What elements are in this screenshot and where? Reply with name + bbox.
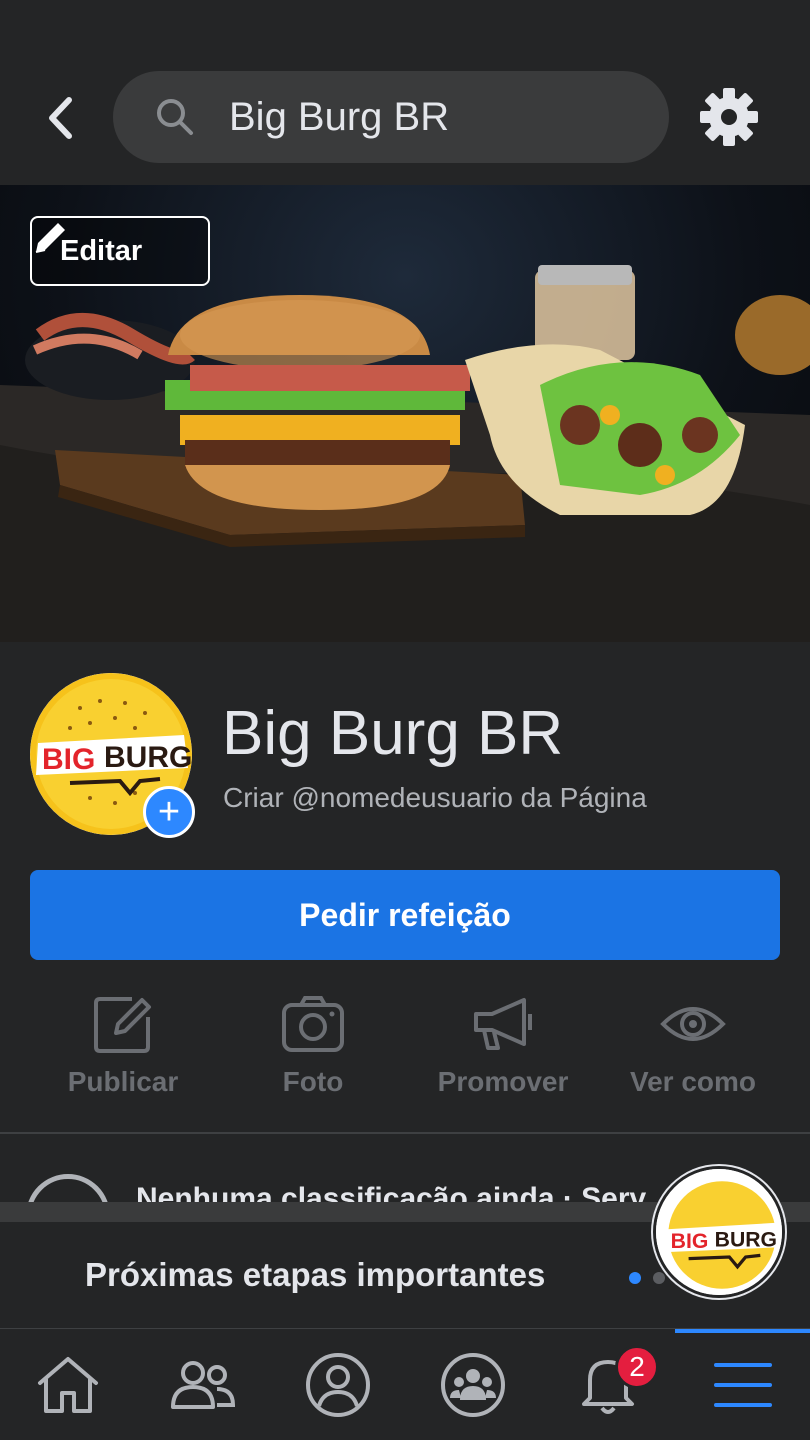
page-title: Big Burg BR <box>222 699 564 768</box>
nav-profile[interactable] <box>270 1329 405 1440</box>
nav-friends[interactable] <box>135 1329 270 1440</box>
top-bar: Big Burg BR <box>0 0 810 185</box>
photo-button[interactable]: Foto <box>212 990 414 1110</box>
order-meal-button[interactable]: Pedir refeição <box>30 870 780 960</box>
bottom-navbar: 2 <box>0 1328 810 1440</box>
svg-text:BURG: BURG <box>715 1228 777 1251</box>
next-steps-title: Próximas etapas importantes <box>85 1256 546 1293</box>
publish-label: Publicar <box>67 1066 179 1097</box>
groups-icon <box>440 1353 505 1417</box>
friends-icon <box>170 1361 235 1409</box>
gear-icon[interactable] <box>698 86 760 148</box>
profile-icon <box>305 1353 370 1417</box>
edit-square-icon <box>94 997 151 1053</box>
nav-notifications[interactable]: 2 <box>540 1329 675 1440</box>
notification-badge: 2 <box>615 1345 659 1389</box>
search-query: Big Burg BR <box>229 94 450 139</box>
create-username-link[interactable]: Criar @nomedeusuario da Página <box>223 782 647 814</box>
view-as-button[interactable]: Ver como <box>592 990 794 1110</box>
megaphone-icon <box>474 998 532 1050</box>
bigburg-logo-small: BIG BURG <box>656 1169 782 1295</box>
nav-menu[interactable] <box>675 1329 810 1440</box>
chat-head-avatar[interactable]: BIG BURG <box>653 1166 785 1298</box>
camera-icon <box>282 996 344 1052</box>
pager-dot-active <box>629 1272 641 1284</box>
svg-text:BURG: BURG <box>104 741 192 774</box>
add-avatar-button[interactable]: + <box>143 786 195 838</box>
home-icon <box>37 1357 98 1413</box>
edit-cover-button[interactable]: Editar <box>30 216 210 286</box>
pencil-icon <box>35 223 65 253</box>
chevron-left-icon <box>49 97 72 139</box>
search-bar[interactable]: Big Burg BR <box>113 71 669 163</box>
rating-text: Nenhuma classificação ainda · Serv <box>136 1182 647 1202</box>
photo-label: Foto <box>282 1066 344 1097</box>
search-icon <box>157 99 193 135</box>
pager-dot <box>653 1272 665 1284</box>
promote-button[interactable]: Promover <box>402 990 604 1110</box>
plus-icon: + <box>157 791 181 833</box>
svg-text:BIG: BIG <box>42 743 95 776</box>
cover-photo[interactable]: Editar <box>0 185 810 642</box>
eye-icon <box>660 1007 726 1041</box>
rating-icon <box>26 1174 110 1202</box>
view-as-label: Ver como <box>629 1066 757 1097</box>
menu-icon <box>713 1363 772 1407</box>
nav-home[interactable] <box>0 1329 135 1440</box>
nav-groups[interactable] <box>405 1329 540 1440</box>
publish-button[interactable]: Publicar <box>22 990 224 1110</box>
promote-label: Promover <box>437 1066 569 1097</box>
page-actions: Publicar Foto Promover Ver como <box>0 990 810 1110</box>
svg-text:BIG: BIG <box>671 1230 709 1253</box>
edit-cover-label: Editar <box>60 234 143 267</box>
back-button[interactable] <box>38 92 82 144</box>
